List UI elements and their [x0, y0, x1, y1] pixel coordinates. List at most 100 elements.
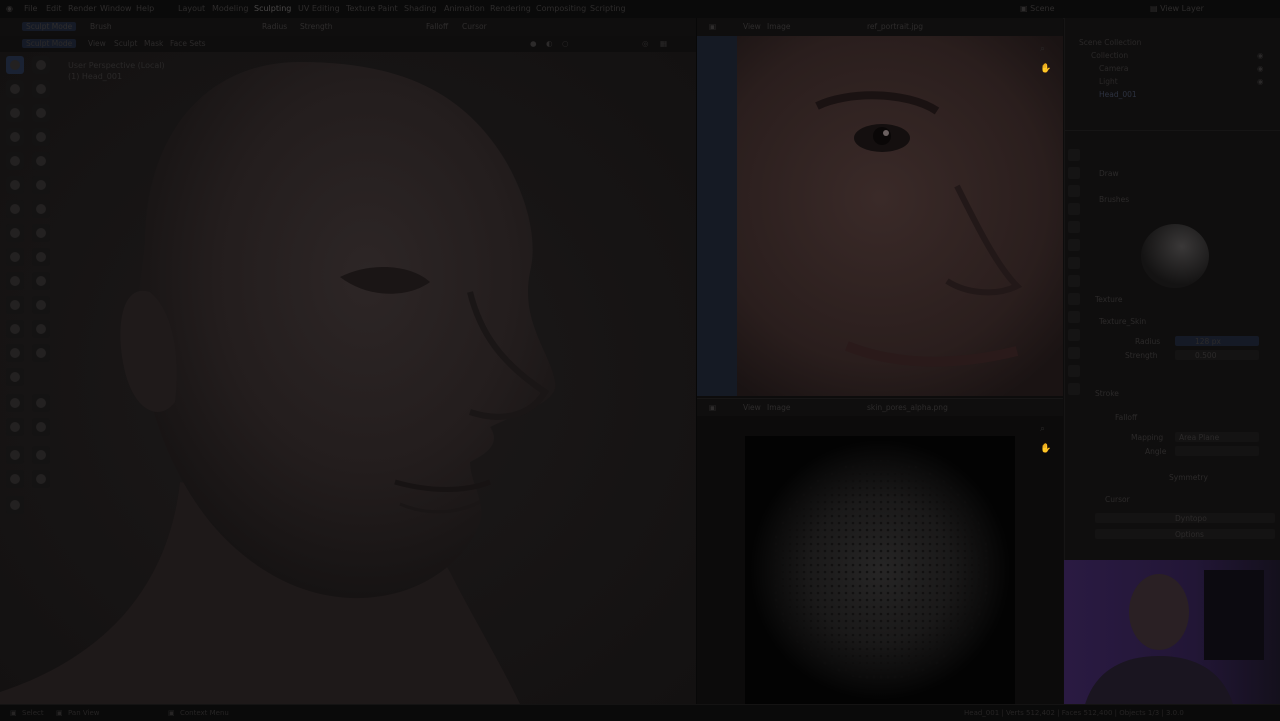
header-cursor[interactable]: Cursor [462, 22, 487, 31]
shading-render-icon[interactable]: ○ [562, 39, 569, 48]
image-top-name[interactable]: ref_portrait.jpg [867, 22, 923, 31]
annotate-tool[interactable] [6, 496, 24, 514]
flatten-brush-tool[interactable] [32, 152, 50, 170]
menu-edit[interactable]: Edit [46, 4, 62, 13]
particles-tab-icon[interactable] [1068, 293, 1080, 305]
fill-brush-tool[interactable] [6, 176, 24, 194]
cursor-section-header[interactable]: Cursor [1105, 495, 1130, 504]
constraints-tab-icon[interactable] [1068, 329, 1080, 341]
inflate-brush-tool[interactable] [32, 104, 50, 122]
viewport-mode-pill[interactable]: Sculpt Mode [22, 39, 77, 48]
image-bottom-name[interactable]: skin_pores_alpha.png [867, 403, 948, 412]
tab-layout[interactable]: Layout [178, 4, 205, 13]
viewport-menu-view[interactable]: View [88, 39, 106, 48]
overlay-icon[interactable]: ◎ [642, 39, 649, 48]
box-mask-tool[interactable] [6, 394, 24, 412]
pose-brush-tool[interactable] [6, 272, 24, 290]
xray-icon[interactable]: ▦ [660, 39, 667, 48]
image-top-menu-view[interactable]: View [743, 22, 761, 31]
tab-compositing[interactable]: Compositing [536, 4, 586, 13]
outliner-item-head[interactable]: Head_001 [1099, 90, 1137, 99]
header-falloff[interactable]: Falloff [426, 22, 448, 31]
tab-texture-paint[interactable]: Texture Paint [346, 4, 398, 13]
blob-brush-tool[interactable] [6, 128, 24, 146]
view-layer-tab-icon[interactable] [1068, 203, 1080, 215]
editor-type-icon-bottom[interactable]: ▣ [709, 403, 716, 412]
thumb-brush-tool[interactable] [32, 248, 50, 266]
render-tab-icon[interactable] [1068, 167, 1080, 179]
visibility-eye-icon-camera[interactable]: ◉ [1257, 64, 1264, 73]
elastic-deform-tool[interactable] [32, 224, 50, 242]
shading-solid-icon[interactable]: ● [530, 39, 537, 48]
viewport-menu-sculpt[interactable]: Sculpt [114, 39, 137, 48]
viewport-menu-mask[interactable]: Mask [144, 39, 163, 48]
output-tab-icon[interactable] [1068, 185, 1080, 197]
draw-sharp-brush-tool[interactable] [32, 56, 50, 74]
world-tab-icon[interactable] [1068, 239, 1080, 251]
tab-shading[interactable]: Shading [404, 4, 437, 13]
scrape-brush-tool[interactable] [32, 176, 50, 194]
physics-tab-icon[interactable] [1068, 311, 1080, 323]
modifier-tab-icon[interactable] [1068, 275, 1080, 287]
stroke-section-header[interactable]: Stroke [1095, 389, 1119, 398]
viewport-menu-face-sets[interactable]: Face Sets [170, 39, 206, 48]
slide-relax-tool[interactable] [32, 296, 50, 314]
transform-tool[interactable] [32, 470, 50, 488]
pan-hand-icon[interactable]: ✋ [1040, 444, 1051, 454]
tab-modeling[interactable]: Modeling [212, 4, 248, 13]
tab-rendering[interactable]: Rendering [490, 4, 531, 13]
simplify-brush-tool[interactable] [6, 344, 24, 362]
multiplane-scrape-tool[interactable] [6, 200, 24, 218]
move-tool[interactable] [6, 446, 24, 464]
angle-field[interactable] [1175, 446, 1259, 456]
crease-brush-tool[interactable] [32, 128, 50, 146]
outliner-item-camera[interactable]: Camera [1099, 64, 1128, 73]
pan-hand-icon-top[interactable]: ✋ [1040, 64, 1051, 74]
snake-hook-tool[interactable] [6, 248, 24, 266]
blender-logo-icon[interactable]: ◉ [6, 4, 13, 13]
outliner-item-light[interactable]: Light [1099, 77, 1118, 86]
texture-tab-icon[interactable] [1068, 383, 1080, 395]
editor-type-icon[interactable]: ▣ [709, 22, 716, 31]
mode-selector[interactable]: Sculpt Mode [22, 22, 77, 31]
menu-help[interactable]: Help [136, 4, 154, 13]
tool-tab-icon[interactable] [1068, 149, 1080, 161]
zoom-icon-top[interactable]: ⌕ [1040, 44, 1045, 54]
pinch-brush-tool[interactable] [32, 200, 50, 218]
draw-brush-tool[interactable] [6, 56, 24, 74]
draw-face-sets-tool[interactable] [6, 368, 24, 386]
box-face-set-tool[interactable] [6, 418, 24, 436]
outliner-item-collection[interactable]: Collection [1091, 51, 1128, 60]
falloff-section-header[interactable]: Falloff [1115, 413, 1137, 422]
smooth-brush-tool[interactable] [6, 152, 24, 170]
mask-brush-tool[interactable] [32, 344, 50, 362]
symmetry-label[interactable]: Symmetry [1169, 473, 1208, 482]
material-tab-icon[interactable] [1068, 365, 1080, 377]
rotate-tool[interactable] [32, 446, 50, 464]
shading-material-icon[interactable]: ◐ [546, 39, 553, 48]
texture-name-field[interactable]: Texture_Skin [1099, 317, 1146, 326]
menu-file[interactable]: File [24, 4, 37, 13]
tab-sculpting[interactable]: Sculpting [254, 4, 291, 13]
header-radius[interactable]: Radius [262, 22, 287, 31]
scene-tab-icon[interactable] [1068, 221, 1080, 233]
clay-brush-tool[interactable] [6, 80, 24, 98]
visibility-eye-icon-light[interactable]: ◉ [1257, 77, 1264, 86]
object-tab-icon[interactable] [1068, 257, 1080, 269]
rotate-brush-tool[interactable] [6, 296, 24, 314]
header-brush[interactable]: Brush [90, 22, 112, 31]
tab-uv-editing[interactable]: UV Editing [298, 4, 340, 13]
tab-scripting[interactable]: Scripting [590, 4, 626, 13]
scene-selector[interactable]: ▣ Scene [1020, 4, 1055, 13]
data-tab-icon[interactable] [1068, 347, 1080, 359]
image-bottom-menu-image[interactable]: Image [767, 403, 791, 412]
3d-viewport[interactable] [0, 52, 696, 704]
menu-render[interactable]: Render [68, 4, 96, 13]
brush-preview-thumbnail[interactable] [1137, 220, 1211, 290]
view-layer-selector[interactable]: ▤ View Layer [1150, 4, 1204, 13]
tab-animation[interactable]: Animation [444, 4, 485, 13]
box-trim-tool[interactable] [32, 418, 50, 436]
boundary-brush-tool[interactable] [6, 320, 24, 338]
visibility-eye-icon[interactable]: ◉ [1257, 51, 1264, 60]
header-strength[interactable]: Strength [300, 22, 332, 31]
